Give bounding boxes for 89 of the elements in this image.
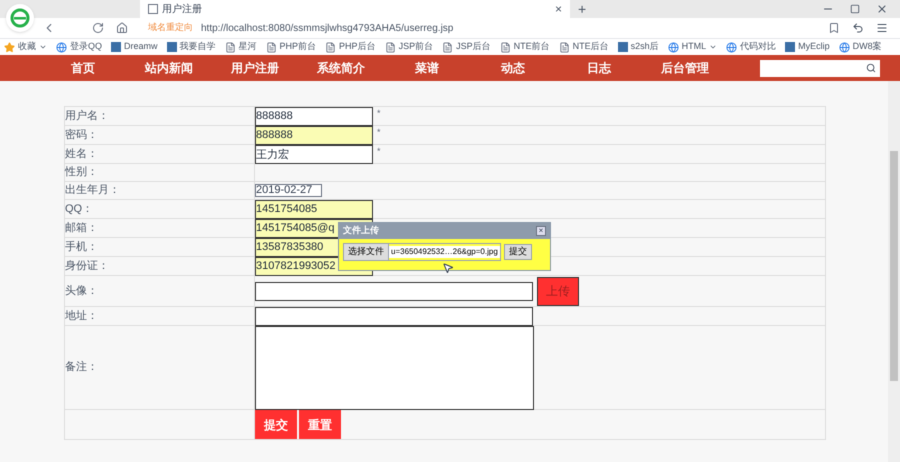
app-icon: [111, 42, 122, 52]
search-field[interactable]: [760, 60, 880, 76]
bookmark-link[interactable]: 星河: [224, 40, 257, 54]
new-tab-button[interactable]: +: [578, 0, 586, 18]
search-icon[interactable]: [866, 63, 876, 73]
dialog-close-button[interactable]: ×: [536, 226, 546, 236]
redirect-label: 域名重定向: [148, 21, 193, 34]
file-name: u=3650492532…26&gp=0.jpg: [389, 246, 500, 258]
bookmark-link[interactable]: NTE后台: [558, 40, 609, 54]
page-icon: [500, 42, 511, 52]
input-field[interactable]: 王力宏: [255, 144, 373, 164]
required-mark: *: [377, 126, 381, 139]
bookmark-link[interactable]: JSP前台: [384, 40, 434, 54]
input-field[interactable]: 888888: [255, 106, 373, 126]
bookmark-icon[interactable]: [828, 22, 840, 34]
date-field[interactable]: 2019-02-27: [255, 184, 322, 197]
nav-link[interactable]: 首页: [40, 59, 126, 77]
page-icon: [224, 42, 236, 52]
bookmark-link[interactable]: DW8案: [838, 40, 882, 54]
tab-title: 用户注册: [162, 2, 202, 16]
star-icon: [4, 42, 15, 52]
text-area[interactable]: [255, 326, 534, 410]
nav-link[interactable]: 后台管理: [642, 59, 728, 77]
dropdown-icon: [39, 43, 47, 51]
bookmark-link[interactable]: JSP后台: [442, 40, 491, 54]
menu-icon[interactable]: [876, 22, 888, 34]
page-icon: [442, 42, 454, 52]
globe-icon: [838, 42, 850, 52]
nav-link[interactable]: 用户注册: [212, 59, 298, 77]
field-label: 备注：: [65, 360, 98, 376]
globe-icon: [668, 42, 679, 52]
reload-icon[interactable]: [92, 22, 104, 34]
scrollbar[interactable]: [888, 81, 900, 462]
dialog-submit-button[interactable]: 提交: [504, 244, 532, 260]
reset-button[interactable]: 重置: [299, 410, 341, 439]
field-label: 出生年月：: [65, 183, 120, 198]
app-icon: [785, 42, 796, 52]
field-label: 姓名：: [65, 146, 98, 162]
app-icon: [618, 42, 628, 52]
globe-icon: [56, 42, 67, 52]
input-field[interactable]: 888888: [255, 126, 373, 144]
input-field[interactable]: 1451754085: [255, 200, 373, 218]
bookmark-link[interactable]: MyEclip: [785, 40, 830, 54]
submit-button[interactable]: 提交: [255, 410, 297, 439]
browser-tab[interactable]: 用户注册 ×: [140, 0, 570, 18]
bookmark-link[interactable]: 我要自学: [166, 40, 216, 54]
maximize-icon[interactable]: [850, 4, 860, 14]
page-icon: [558, 42, 570, 52]
input-field[interactable]: [255, 306, 533, 326]
field-label: 地址：: [65, 308, 98, 324]
required-mark: *: [377, 107, 381, 120]
nav-link[interactable]: 站内新闻: [126, 59, 212, 77]
bookmark-link[interactable]: NTE前台: [500, 40, 550, 54]
bookmark-link[interactable]: 收藏: [4, 40, 47, 54]
required-mark: *: [377, 145, 381, 158]
input-field[interactable]: [255, 282, 533, 300]
bookmark-link[interactable]: 登录QQ: [56, 40, 102, 54]
nav-link[interactable]: 动态: [470, 59, 556, 77]
bookmark-link[interactable]: PHP前台: [266, 40, 316, 54]
cursor-icon: [442, 262, 454, 274]
field-label: 密码：: [65, 128, 98, 143]
dropdown-icon: [709, 43, 718, 51]
nav-link[interactable]: 日志: [556, 59, 642, 77]
page-icon: [266, 42, 277, 52]
bookmark-link[interactable]: 代码对比: [726, 40, 776, 54]
address-bar[interactable]: http://localhost:8080/ssmmsjlwhsg4793AHA5/userreg.jsp: [201, 20, 454, 36]
undo-icon[interactable]: [852, 22, 864, 34]
globe-icon: [726, 42, 738, 52]
bookmark-link[interactable]: Dreamw: [111, 40, 158, 54]
field-label: 身份证：: [65, 258, 109, 274]
field-label: 邮箱：: [65, 220, 98, 236]
page-icon: [148, 4, 158, 14]
home-icon[interactable]: [116, 22, 128, 34]
bookmark-link[interactable]: PHP后台: [325, 40, 376, 54]
app-icon: [166, 42, 177, 52]
field-label: 头像：: [65, 284, 98, 299]
bookmark-link[interactable]: s2sh后: [618, 40, 659, 54]
close-icon[interactable]: [876, 3, 888, 15]
page-icon: [384, 42, 396, 52]
choose-file-button[interactable]: 选择文件: [344, 244, 389, 260]
bookmark-link[interactable]: HTML: [668, 40, 718, 54]
page-icon: [325, 42, 336, 52]
nav-link[interactable]: 系统简介: [298, 59, 384, 77]
field-label: QQ：: [65, 202, 94, 217]
tab-close-button[interactable]: ×: [554, 0, 562, 18]
field-label: 性别：: [65, 165, 98, 180]
field-label: 手机：: [65, 240, 98, 255]
nav-link[interactable]: 菜谱: [384, 59, 470, 77]
field-label: 用户名：: [65, 108, 109, 124]
